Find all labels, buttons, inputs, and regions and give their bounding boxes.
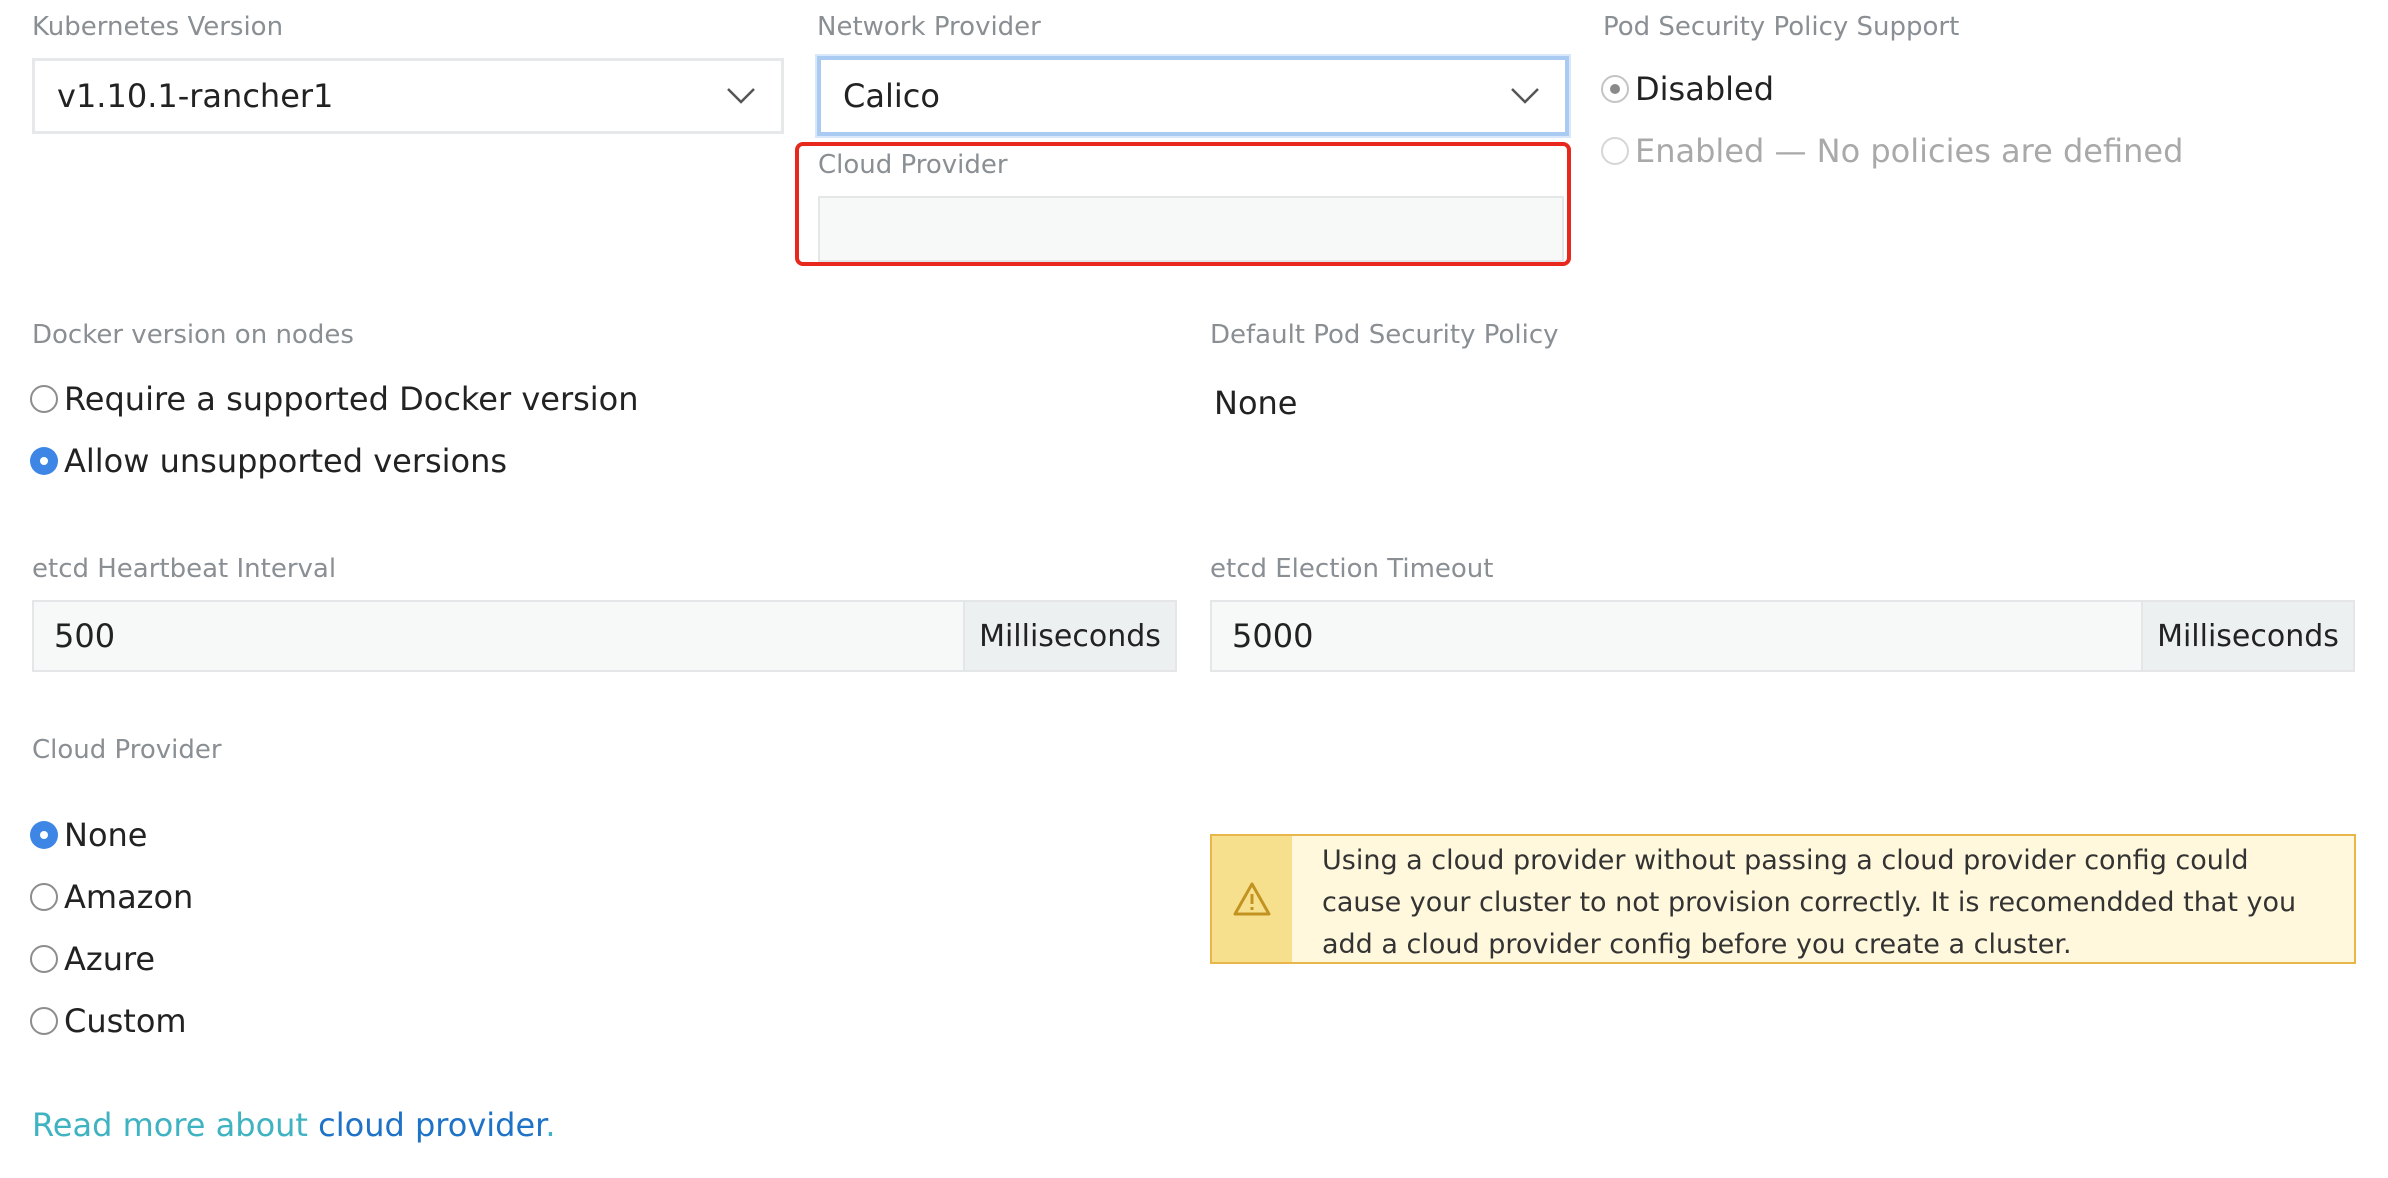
etcd-heartbeat-input-group: 500 Milliseconds	[32, 600, 1177, 672]
network-provider-value: Calico	[843, 77, 940, 115]
default-psp-value: None	[1214, 384, 1298, 422]
read-more-prefix: Read more about	[32, 1106, 319, 1144]
cloud-provider-azure-text: Azure	[64, 940, 156, 978]
psp-disabled-text: Disabled	[1635, 70, 1775, 108]
warning-message: Using a cloud provider without passing a…	[1322, 845, 2297, 960]
cloud-provider-label: Cloud Provider	[32, 735, 222, 765]
cloud-provider-amazon-text: Amazon	[64, 878, 194, 916]
cloud-provider-none-radio[interactable]	[30, 821, 58, 849]
cloud-provider-link[interactable]: cloud provider	[318, 1106, 545, 1144]
docker-version-label: Docker version on nodes	[32, 320, 354, 350]
cloud-provider-amazon-option[interactable]: Amazon	[30, 878, 193, 916]
etcd-election-input-group: 5000 Milliseconds	[1210, 600, 2355, 672]
psp-support-label: Pod Security Policy Support	[1603, 12, 1960, 42]
docker-allow-radio[interactable]	[30, 447, 58, 475]
etcd-election-label: etcd Election Timeout	[1210, 554, 1494, 584]
cloud-provider-warning: Using a cloud provider without passing a…	[1210, 834, 2356, 964]
cloud-provider-amazon-radio[interactable]	[30, 883, 58, 911]
etcd-heartbeat-input[interactable]: 500	[34, 602, 965, 670]
etcd-heartbeat-unit: Milliseconds	[965, 602, 1175, 670]
cloud-provider-custom-radio[interactable]	[30, 1007, 58, 1035]
psp-enabled-radio	[1601, 137, 1629, 165]
psp-enabled-option: Enabled — No policies are defined	[1601, 132, 2183, 170]
cloud-provider-azure-radio[interactable]	[30, 945, 58, 973]
read-more-suffix: .	[545, 1106, 556, 1144]
read-more-line: Read more about cloud provider.	[32, 1106, 556, 1144]
chevron-down-icon	[721, 76, 761, 116]
docker-require-option[interactable]: Require a supported Docker version	[30, 380, 639, 418]
kubernetes-version-value: v1.10.1-rancher1	[57, 77, 334, 115]
cloud-provider-custom-text: Custom	[64, 1002, 187, 1040]
cloud-provider-field-label: Cloud Provider	[818, 150, 1008, 180]
network-provider-select[interactable]: Calico	[817, 56, 1569, 136]
network-provider-label: Network Provider	[817, 12, 1041, 42]
warning-triangle-icon	[1233, 882, 1271, 916]
warning-icon-container	[1212, 836, 1292, 962]
kubernetes-version-label: Kubernetes Version	[32, 12, 284, 42]
chevron-down-icon	[1505, 76, 1545, 116]
psp-disabled-option[interactable]: Disabled	[1601, 70, 1774, 108]
etcd-heartbeat-label: etcd Heartbeat Interval	[32, 554, 337, 584]
cloud-provider-input[interactable]	[818, 196, 1564, 262]
psp-disabled-radio[interactable]	[1601, 75, 1629, 103]
cloud-provider-custom-option[interactable]: Custom	[30, 1002, 187, 1040]
etcd-election-unit: Milliseconds	[2143, 602, 2353, 670]
etcd-election-input[interactable]: 5000	[1212, 602, 2143, 670]
docker-require-radio[interactable]	[30, 385, 58, 413]
docker-require-text: Require a supported Docker version	[64, 380, 639, 418]
cloud-provider-azure-option[interactable]: Azure	[30, 940, 155, 978]
docker-allow-text: Allow unsupported versions	[64, 442, 508, 480]
psp-enabled-text: Enabled — No policies are defined	[1635, 132, 2184, 170]
docker-allow-option[interactable]: Allow unsupported versions	[30, 442, 507, 480]
cloud-provider-none-option[interactable]: None	[30, 816, 147, 854]
kubernetes-version-select[interactable]: v1.10.1-rancher1	[32, 58, 784, 134]
default-psp-label: Default Pod Security Policy	[1210, 320, 1559, 350]
cloud-provider-none-text: None	[64, 816, 148, 854]
